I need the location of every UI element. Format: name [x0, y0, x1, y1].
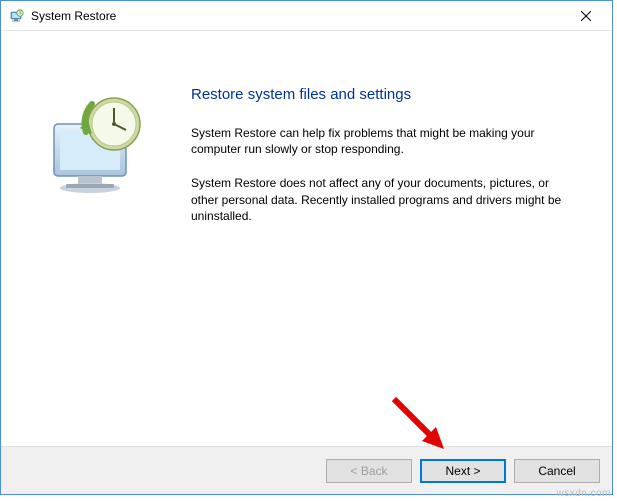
system-restore-window: System Restore	[0, 0, 613, 495]
watermark: wsxdn.com	[556, 488, 611, 499]
right-panel: Restore system files and settings System…	[181, 31, 612, 446]
close-button[interactable]	[563, 2, 608, 30]
button-bar: < Back Next > Cancel	[1, 446, 612, 494]
titlebar: System Restore	[1, 1, 612, 31]
next-button[interactable]: Next >	[420, 459, 506, 483]
content-area: Restore system files and settings System…	[1, 31, 612, 446]
restore-illustration-icon	[36, 86, 156, 209]
back-button: < Back	[326, 459, 412, 483]
close-icon	[581, 11, 591, 21]
system-restore-icon	[9, 8, 25, 24]
page-heading: Restore system files and settings	[191, 86, 572, 103]
description-paragraph-1: System Restore can help fix problems tha…	[191, 125, 572, 157]
description-paragraph-2: System Restore does not affect any of yo…	[191, 175, 572, 224]
left-panel	[1, 31, 181, 446]
cancel-button[interactable]: Cancel	[514, 459, 600, 483]
window-title: System Restore	[31, 9, 563, 23]
